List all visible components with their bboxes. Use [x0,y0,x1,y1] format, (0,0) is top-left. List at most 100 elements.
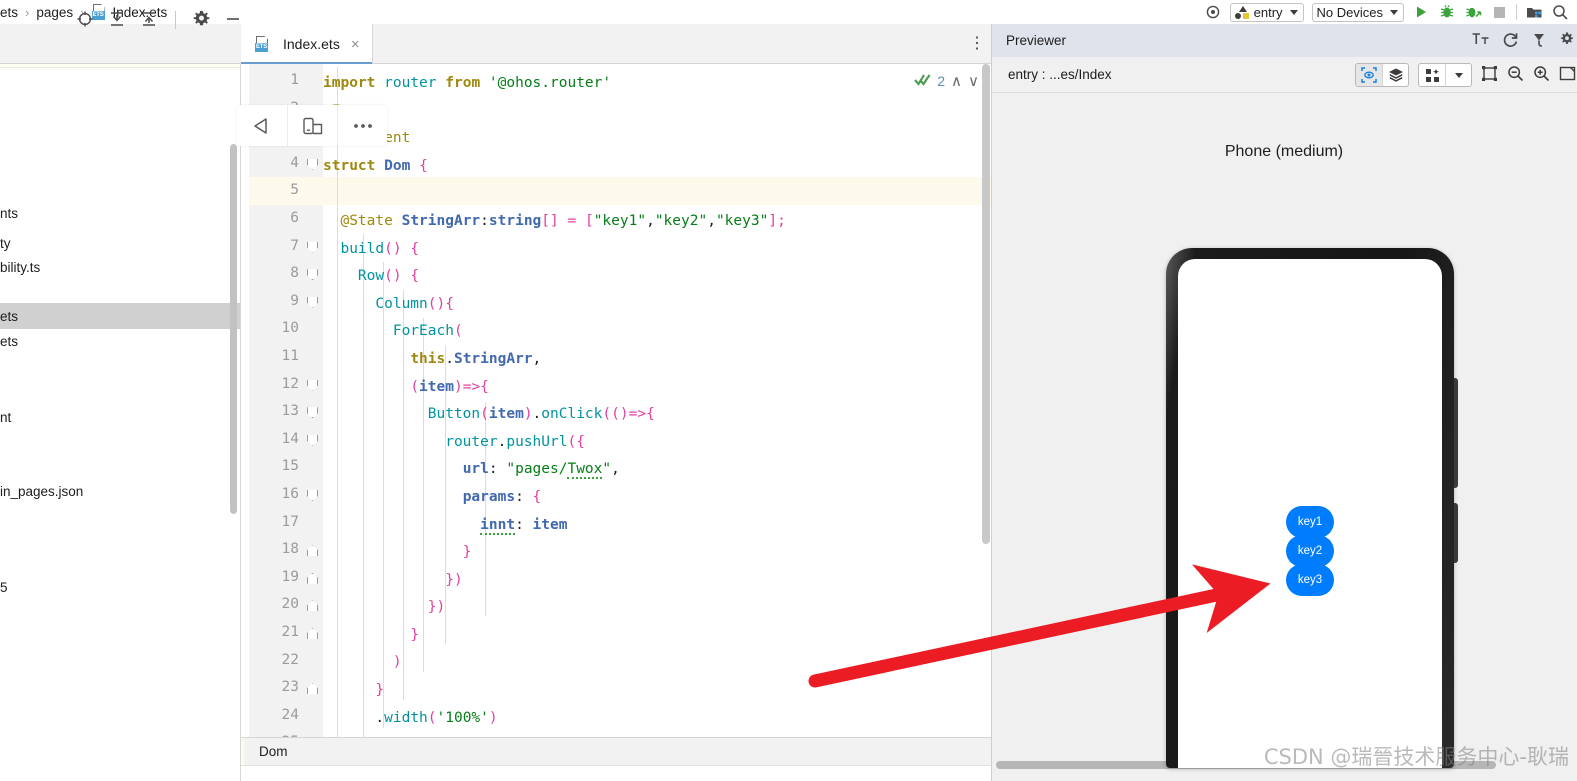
hide-panel-icon[interactable] [224,10,242,31]
code-line[interactable] [323,180,991,208]
fold-toggle-icon[interactable] [307,379,318,391]
code-line[interactable]: } [323,539,991,567]
line-number: 10 [281,320,299,337]
selection-frame-icon[interactable] [1481,65,1498,85]
code-line[interactable]: .width('100%') [323,705,991,733]
search-icon[interactable] [1547,1,1573,23]
fold-toggle-icon[interactable] [307,628,318,639]
code-editor[interactable]: 1234567891011121314151617181920212223242… [241,64,991,737]
project-tree-pane[interactable]: nts ty bility.ts ets ets nt in_pages.json 5 [0,24,241,781]
fold-toggle-icon[interactable] [307,158,318,170]
editor-options-kebab-icon[interactable]: ⋮ [965,24,989,64]
tree-item[interactable]: in_pages.json [0,478,240,504]
tree-item[interactable]: nt [0,404,240,430]
close-icon[interactable]: × [351,36,360,53]
fold-toggle-icon[interactable] [307,490,318,501]
code-line[interactable]: Row() { [323,263,991,291]
preview-button-key3[interactable]: key3 [1286,564,1334,596]
grid-icon[interactable] [1419,64,1445,86]
tab-index-ets[interactable]: ETS Index.ets × [241,24,373,64]
code-line[interactable]: this.StringArr, [323,346,991,374]
tree-item[interactable]: ets [0,303,240,329]
code-line[interactable]: ) [323,649,991,677]
code-line[interactable]: }) [323,567,991,595]
back-icon[interactable] [237,105,287,146]
device-selector[interactable]: No Devices [1311,2,1404,22]
code-line[interactable]: url: "pages/Twox", [323,456,991,484]
more-icon[interactable] [337,105,387,146]
refresh-icon[interactable] [1502,31,1519,51]
code-line[interactable]: @State StringArr:string[] = ["key1","key… [323,208,991,236]
code-line[interactable]: struct Dom { [323,153,991,181]
tree-item[interactable]: ty [0,230,240,256]
breadcrumb-item-ets[interactable]: ets [0,5,18,20]
code-line[interactable]: @Entry [323,98,991,126]
target-icon[interactable] [1200,1,1226,23]
code-line[interactable]: ForEach( [323,318,991,346]
settings-gear-icon[interactable] [193,10,210,30]
zoom-out-icon[interactable] [1507,65,1524,85]
green-double-check-icon [914,72,931,90]
settings-icon[interactable] [1560,31,1574,50]
inspector-icon[interactable] [1356,64,1382,86]
code-line[interactable]: router.pushUrl({ [323,429,991,457]
debug-icon[interactable] [1434,1,1460,23]
breadcrumb-status-bar[interactable]: Dom [241,737,991,766]
fold-toggle-icon[interactable] [307,545,318,557]
chevron-down-icon[interactable] [1445,64,1471,86]
editor-vertical-scrollbar[interactable] [982,64,990,544]
zoom-in-icon[interactable] [1533,65,1550,85]
attach-debugger-icon[interactable] [1460,1,1486,23]
project-pane-scrollbar[interactable] [230,144,237,514]
fold-toggle-icon[interactable] [307,269,318,281]
plug-icon[interactable] [1531,31,1548,51]
code-folding-column[interactable] [301,64,323,737]
rotate-device-icon[interactable] [287,105,337,146]
code-line[interactable]: } [323,622,991,650]
module-selector[interactable]: entry [1229,2,1304,22]
preview-button-list: key1 key2 key3 [1178,506,1442,596]
phone-screen[interactable]: key1 key2 key3 [1178,259,1442,768]
fold-toggle-icon[interactable] [307,572,318,584]
expand-all-icon[interactable] [108,10,126,31]
inspection-status[interactable]: 2 ∧ ∨ [914,72,979,90]
code-line[interactable]: }) [323,594,991,622]
fold-toggle-icon[interactable] [307,600,318,612]
fold-toggle-icon[interactable] [307,407,318,419]
fold-toggle-icon[interactable] [307,434,318,446]
inspection-count: 2 [937,73,946,89]
breadcrumb-item-pages[interactable]: pages [36,5,73,20]
device-toolbar [237,105,387,146]
code-line[interactable]: params: { [323,484,991,512]
collapse-all-icon[interactable] [140,10,158,31]
preview-button-key2[interactable]: key2 [1286,535,1334,567]
fold-toggle-icon[interactable] [307,683,318,695]
code-line[interactable]: Column(){ [323,291,991,319]
tree-item[interactable]: ets [0,328,240,354]
code-line[interactable]: build() { [323,236,991,264]
code-line[interactable]: import router from '@ohos.router' [323,70,991,98]
code-line[interactable]: Button(item).onClick(()=>{ [323,401,991,429]
device-manager-icon[interactable] [1521,1,1547,23]
next-problem-icon[interactable]: ∨ [968,72,979,90]
fit-screen-icon[interactable] [1559,65,1576,85]
prev-problem-icon[interactable]: ∧ [951,72,962,90]
code-line[interactable]: (item)=>{ [323,374,991,402]
code-line[interactable]: @Component [323,125,991,153]
code-text-area[interactable]: import router from '@ohos.router'@Entry@… [323,64,991,737]
layers-icon[interactable] [1382,64,1408,86]
tree-item[interactable]: bility.ts [0,254,240,280]
fold-toggle-icon[interactable] [307,296,318,308]
text-size-icon[interactable] [1472,31,1490,50]
tree-item[interactable]: 5 [0,574,240,600]
preview-button-key1[interactable]: key1 [1286,506,1334,538]
fold-toggle-icon[interactable] [307,241,318,253]
stop-icon[interactable] [1486,1,1512,23]
editor-toolbar-icons [76,0,242,40]
locate-file-icon[interactable] [76,10,94,31]
ets-file-icon: ETS [255,36,270,52]
run-icon[interactable] [1408,1,1434,23]
tree-item[interactable]: nts [0,200,240,226]
code-line[interactable]: } [323,677,991,705]
code-line[interactable]: innt: item [323,512,991,540]
